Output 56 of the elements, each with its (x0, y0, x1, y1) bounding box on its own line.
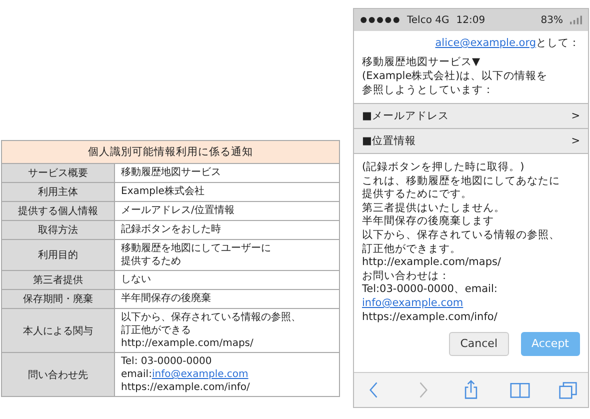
account-text: alice@example.orgとして： (434, 36, 580, 50)
row-label: サービス概要 (2, 164, 114, 182)
row-value: 訂正他ができる (121, 324, 191, 337)
row-value: 以下から、保存されている情報の参照、 (121, 311, 301, 324)
carrier-text: Telco 4G (407, 14, 450, 26)
row-value: Tel: 03-0000-0000 (121, 355, 212, 368)
row-label: 本人による関与 (2, 309, 114, 352)
intro-text: 参照しようとしています： (362, 83, 495, 97)
permission-row[interactable]: ■位置情報 > (354, 128, 588, 153)
detail-text: http://example.com/maps/ (362, 256, 502, 270)
row-label: 保存期間・廃棄 (2, 290, 114, 308)
battery-text: 83% (540, 14, 563, 26)
row-value: 提供するため (121, 255, 181, 268)
account-link[interactable]: alice@example.org (435, 37, 536, 49)
row-value: しない (121, 273, 151, 286)
detail-text: 訂正他ができます。 (362, 242, 462, 256)
detail-text: 半年間保存の後廃棄します (362, 215, 495, 229)
detail-text: (記録ボタンを押した時に取得。) (362, 161, 526, 175)
row-value: https://example.com/info/ (121, 381, 250, 394)
detail-text: 提供するためにです。 (362, 188, 473, 202)
row-value: 移動履歴地図サービス (121, 166, 221, 179)
detail-text: https://example.com/info/ (362, 310, 498, 324)
detail-text: Tel:03-0000-0000、email: (362, 283, 498, 297)
row-label: 利用目的 (2, 240, 114, 270)
signal-bars-icon (570, 15, 582, 25)
row-value: email:info@example.com (121, 368, 248, 381)
cancel-button[interactable]: Cancel (449, 332, 508, 356)
detail-text: 第三者提供はいたしません。 (362, 202, 506, 215)
row-label: 問い合わせ先 (2, 353, 114, 396)
chevron-text: > (571, 134, 580, 148)
chevron-text: > (571, 109, 580, 123)
tabs-icon[interactable] (558, 380, 578, 400)
detail-text: お問い合わせは： (362, 270, 451, 284)
email-link[interactable]: info@example.com (152, 369, 248, 380)
detail-text: 以下から、保存されている情報の参照、 (362, 228, 561, 243)
detail-text: これは、移動履歴を地図にしてあなたに (362, 174, 561, 188)
row-value: 半年間保存の後廃棄 (121, 292, 211, 305)
permission-row[interactable]: ■メールアドレス > (354, 103, 588, 128)
intro-text: (Example株式会社)は、以下の情報を (362, 69, 549, 83)
signal-dots-icon (360, 16, 400, 24)
book-icon[interactable] (510, 380, 530, 400)
row-label: 第三者提供 (2, 271, 114, 289)
row-value: http://example.com/maps/ (121, 337, 254, 350)
permission-label: ■メールアドレス (362, 109, 449, 123)
clock-text: 12:09 (456, 14, 486, 26)
intro-text: 移動履歴地図サービス▼ (362, 55, 482, 69)
table-title: 個人識別可能情報利用に係る通知 (2, 141, 339, 163)
row-label: 利用主体 (2, 183, 114, 201)
row-label: 提供する個人情報 (2, 202, 114, 220)
row-value: 移動履歴を地図にしてユーザーに (121, 242, 271, 255)
row-value: メールアドレス/位置情報 (121, 204, 234, 217)
row-label: 取得方法 (2, 221, 114, 239)
permission-label: ■位置情報 (362, 134, 416, 148)
row-value: Example株式会社 (121, 185, 204, 198)
row-value: 記録ボタンをおした時 (121, 223, 221, 236)
email-link[interactable]: info@example.com (362, 296, 464, 309)
